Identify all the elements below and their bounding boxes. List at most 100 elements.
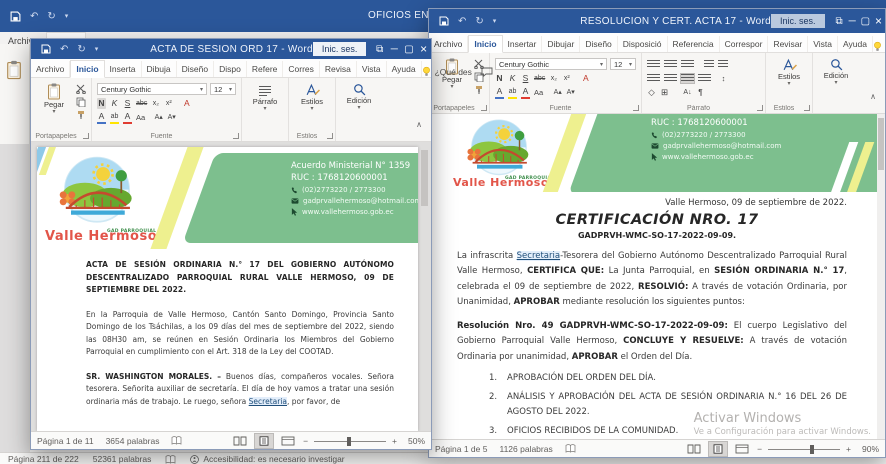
editing-button[interactable]: Edición ▾ — [818, 56, 854, 100]
tab-insertar[interactable]: Inserta — [105, 61, 142, 77]
text-effects-icon[interactable]: A — [97, 111, 106, 124]
read-mode-icon[interactable] — [685, 442, 703, 456]
font-color-icon[interactable]: A — [123, 111, 132, 124]
minimize-button[interactable]: ─ — [387, 44, 402, 55]
italic-icon[interactable]: K — [110, 98, 119, 109]
tab-insertar[interactable]: Insertar — [503, 36, 543, 52]
highlight-icon[interactable]: ab — [110, 111, 119, 124]
styles-button[interactable]: Estilos ▾ — [294, 81, 330, 128]
change-case-icon[interactable]: Aa — [136, 112, 145, 123]
collapse-ribbon-icon[interactable]: ∧ — [407, 120, 431, 141]
font-dialog-launcher[interactable] — [633, 105, 639, 111]
vertical-scrollbar[interactable] — [877, 114, 885, 439]
paste-clipboard-icon[interactable] — [6, 60, 22, 80]
tab-dibujar[interactable]: Dibujar — [542, 36, 580, 52]
tab-disposicion[interactable]: Dispo — [214, 61, 247, 77]
increase-indent-icon[interactable] — [718, 60, 728, 69]
qat-customize-icon[interactable]: ▾ — [65, 12, 69, 20]
format-painter-icon[interactable] — [474, 85, 484, 95]
italic-icon[interactable]: K — [508, 73, 517, 84]
redo-icon[interactable]: ↻ — [475, 16, 483, 27]
editing-button[interactable]: Edición ▾ — [341, 81, 377, 128]
page-indicator[interactable]: Página 1 de 11 — [37, 436, 94, 446]
tab-dibujar[interactable]: Dibuja — [142, 61, 177, 77]
acta-page[interactable]: GAD PARROQUIAL Valle Hermoso Acuerdo Min… — [37, 147, 418, 431]
undo-icon[interactable]: ↶ — [60, 44, 68, 55]
secretaria-link[interactable]: Secretaria — [517, 251, 560, 261]
strikethrough-icon[interactable]: abc — [534, 73, 545, 84]
resolucion-document-area[interactable]: GAD PARROQUIAL Valle Hermoso Acuerdo Min… — [429, 114, 885, 439]
resolucion-titlebar[interactable]: ↶ ↻ ▾ RESOLUCION Y CERT. ACTA 17 - Word … — [429, 9, 885, 33]
multilevel-list-icon[interactable] — [681, 60, 694, 69]
paste-button[interactable]: Pegar ▾ — [36, 81, 72, 128]
zoom-slider[interactable] — [768, 444, 840, 454]
redo-icon[interactable]: ↻ — [77, 44, 85, 55]
page-indicator[interactable]: Página 1 de 5 — [435, 444, 487, 454]
tab-revisar[interactable]: Revisa — [320, 61, 357, 77]
web-layout-icon[interactable] — [733, 442, 751, 456]
ribbon-display-options-icon[interactable]: ⧉ — [833, 16, 846, 27]
align-center-icon[interactable] — [664, 74, 677, 83]
tab-revisar[interactable]: Revisar — [768, 36, 808, 52]
show-marks-icon[interactable]: ¶ — [696, 87, 705, 98]
sort-icon[interactable]: A↓ — [683, 87, 692, 98]
zoom-level[interactable]: 90% — [857, 444, 879, 454]
sign-in-button[interactable]: Inic. ses. — [313, 42, 367, 56]
styles-dialog-launcher[interactable] — [327, 133, 333, 139]
tab-referencias[interactable]: Referencia — [668, 36, 720, 52]
redo-icon[interactable]: ↻ — [47, 11, 55, 22]
word-count[interactable]: 3654 palabras — [106, 436, 160, 446]
save-icon[interactable] — [41, 44, 51, 54]
clipboard-dialog-launcher[interactable] — [83, 133, 89, 139]
acta-titlebar[interactable]: ↶ ↻ ▾ ACTA DE SESION ORD 17 - Word Inic.… — [31, 39, 431, 59]
close-button[interactable]: × — [872, 14, 885, 28]
subscript-icon[interactable]: x₂ — [549, 73, 558, 84]
zoom-out-icon[interactable]: − — [757, 444, 762, 454]
zoom-level[interactable]: 50% — [403, 436, 425, 446]
tab-disposicion[interactable]: Disposició — [618, 36, 668, 52]
tell-me-control[interactable]: ¿Qué des — [422, 66, 501, 77]
zoom-in-icon[interactable]: + — [846, 444, 851, 454]
clear-formatting-icon[interactable]: A — [581, 73, 590, 84]
font-name-combo[interactable]: Century Gothic▾ — [97, 83, 207, 95]
proofing-book-icon[interactable] — [165, 455, 176, 464]
align-right-icon[interactable] — [681, 74, 694, 83]
read-mode-icon[interactable] — [231, 434, 249, 448]
tab-diseno[interactable]: Diseño — [177, 61, 214, 77]
qat-customize-icon[interactable]: ▾ — [95, 45, 99, 53]
shading-icon[interactable]: ◇ — [647, 87, 656, 98]
font-color-icon[interactable]: A — [521, 86, 530, 99]
undo-icon[interactable]: ↶ — [458, 16, 466, 27]
font-size-combo[interactable]: 12▾ — [610, 58, 636, 70]
qat-customize-icon[interactable]: ▾ — [493, 17, 497, 25]
highlight-icon[interactable]: ab — [508, 86, 517, 99]
font-name-combo[interactable]: Century Gothic▾ — [495, 58, 607, 70]
save-icon[interactable] — [10, 11, 21, 22]
superscript-icon[interactable]: x² — [164, 98, 173, 109]
background-page-indicator[interactable]: Página 211 de 222 — [8, 454, 79, 464]
numbering-icon[interactable] — [664, 60, 677, 69]
tab-inicio[interactable]: Inicio — [70, 60, 104, 78]
paragraph-button[interactable]: Párrafo ▾ — [247, 81, 283, 128]
bold-icon[interactable]: N — [97, 98, 106, 109]
secretaria-link[interactable]: Secretaria — [249, 397, 287, 406]
scrollbar-thumb[interactable] — [878, 118, 884, 170]
collapse-ribbon-icon[interactable]: ∧ — [861, 92, 885, 113]
superscript-icon[interactable]: x² — [562, 73, 571, 84]
format-painter-icon[interactable] — [76, 110, 86, 120]
background-word-count[interactable]: 52361 palabras — [93, 454, 152, 464]
zoom-slider[interactable] — [314, 436, 386, 446]
bullets-icon[interactable] — [647, 60, 660, 69]
sign-in-button[interactable]: Inic. ses. — [771, 14, 825, 28]
close-button[interactable]: × — [416, 42, 431, 56]
font-size-combo[interactable]: 12▾ — [210, 83, 236, 95]
zoom-in-icon[interactable]: + — [392, 436, 397, 446]
copy-icon[interactable] — [76, 97, 86, 107]
clipboard-dialog-launcher[interactable] — [481, 105, 487, 111]
grow-font-icon[interactable]: A▴ — [154, 112, 163, 123]
tab-vista[interactable]: Vista — [357, 61, 387, 77]
borders-icon[interactable]: ⊞ — [660, 87, 669, 98]
tell-me-control[interactable]: ¿Qué des — [873, 41, 886, 52]
acta-document-area[interactable]: GAD PARROQUIAL Valle Hermoso Acuerdo Min… — [31, 142, 431, 431]
line-spacing-icon[interactable]: ↕ — [719, 73, 728, 84]
